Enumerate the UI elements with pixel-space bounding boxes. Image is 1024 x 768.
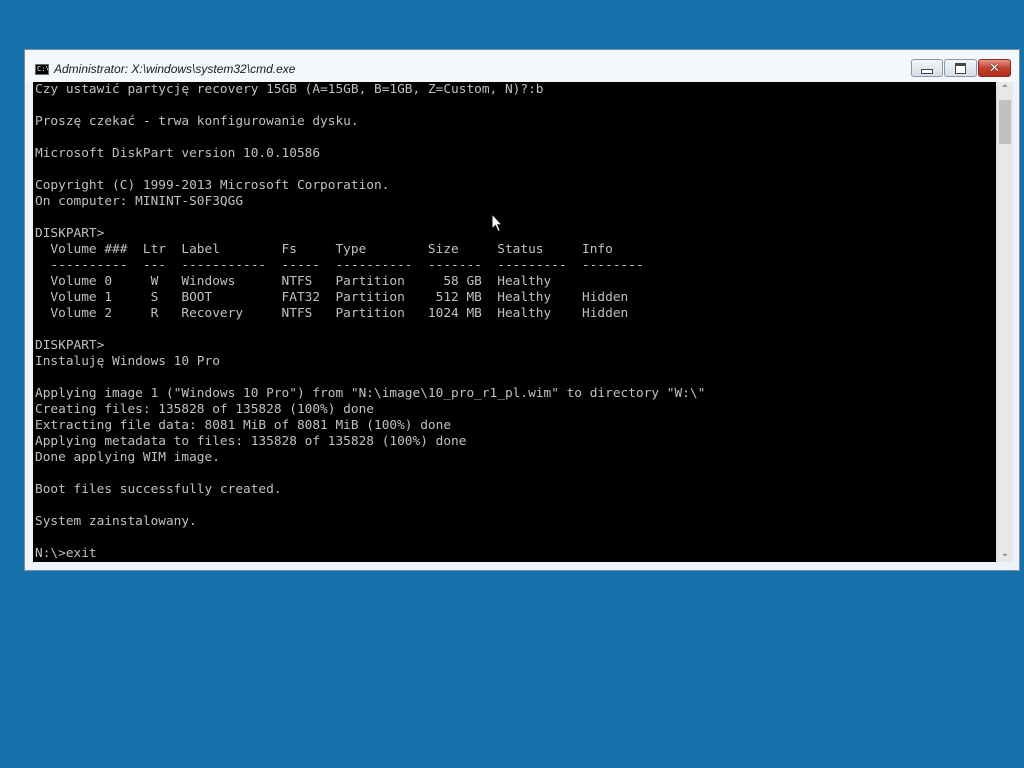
vertical-scrollbar[interactable]: ⌃ ⌄	[996, 82, 1013, 562]
console-line: N:\>exit	[35, 546, 97, 561]
console-line: Done applying WIM image.	[35, 450, 220, 465]
console-line: Microsoft DiskPart version 10.0.10586	[35, 146, 321, 161]
window-title: Administrator: X:\windows\system32\cmd.e…	[54, 62, 296, 76]
console-output-area[interactable]: Czy ustawić partycję recovery 15GB (A=15…	[33, 82, 996, 562]
mouse-pointer-icon	[491, 213, 503, 233]
console-line: Volume 1 S BOOT FAT32 Partition 512 MB H…	[35, 290, 629, 305]
console-line: Proszę czekać - trwa konfigurowanie dysk…	[35, 114, 359, 129]
chevron-up-icon: ⌃	[1000, 84, 1010, 95]
console-line: Boot files successfully created.	[35, 482, 282, 497]
console-line: System zainstalowany.	[35, 514, 197, 529]
cmd-app-icon[interactable]: C:\	[35, 64, 49, 75]
console-text: Czy ustawić partycję recovery 15GB (A=15…	[33, 82, 996, 562]
chevron-down-icon: ⌄	[1000, 548, 1010, 559]
console-line: DISKPART>	[35, 226, 105, 241]
cmd-window[interactable]: C:\ Administrator: X:\windows\system32\c…	[24, 49, 1020, 571]
scroll-up-button[interactable]: ⌃	[997, 82, 1013, 98]
console-line: Volume 2 R Recovery NTFS Partition 1024 …	[35, 306, 629, 321]
minimize-icon	[921, 68, 933, 74]
console-line: Applying image 1 ("Windows 10 Pro") from…	[35, 386, 706, 401]
console-line: On computer: MININT-S0F3QGG	[35, 194, 244, 209]
minimize-button[interactable]	[911, 59, 943, 77]
console-line: ---------- --- ----------- ----- -------…	[35, 258, 644, 273]
maximize-button[interactable]	[944, 59, 977, 77]
close-icon: ✕	[989, 60, 1000, 76]
maximize-icon	[955, 62, 966, 74]
console-line: Extracting file data: 8081 MiB of 8081 M…	[35, 418, 452, 433]
scrollbar-thumb[interactable]	[999, 100, 1011, 144]
console-line: DISKPART>	[35, 338, 105, 353]
console-line: Creating files: 135828 of 135828 (100%) …	[35, 402, 374, 417]
title-bar[interactable]: C:\ Administrator: X:\windows\system32\c…	[25, 50, 1019, 82]
console-line: Volume ### Ltr Label Fs Type Size Status…	[35, 242, 613, 257]
desktop-background: C:\ Administrator: X:\windows\system32\c…	[0, 0, 1024, 768]
console-line: Applying metadata to files: 135828 of 13…	[35, 434, 467, 449]
console-line: Czy ustawić partycję recovery 15GB (A=15…	[35, 82, 544, 97]
console-line: Instaluję Windows 10 Pro	[35, 354, 220, 369]
scroll-down-button[interactable]: ⌄	[997, 546, 1013, 562]
console-line: Copyright (C) 1999-2013 Microsoft Corpor…	[35, 178, 390, 193]
close-button[interactable]: ✕	[978, 59, 1011, 77]
console-line: Volume 0 W Windows NTFS Partition 58 GB …	[35, 274, 552, 289]
